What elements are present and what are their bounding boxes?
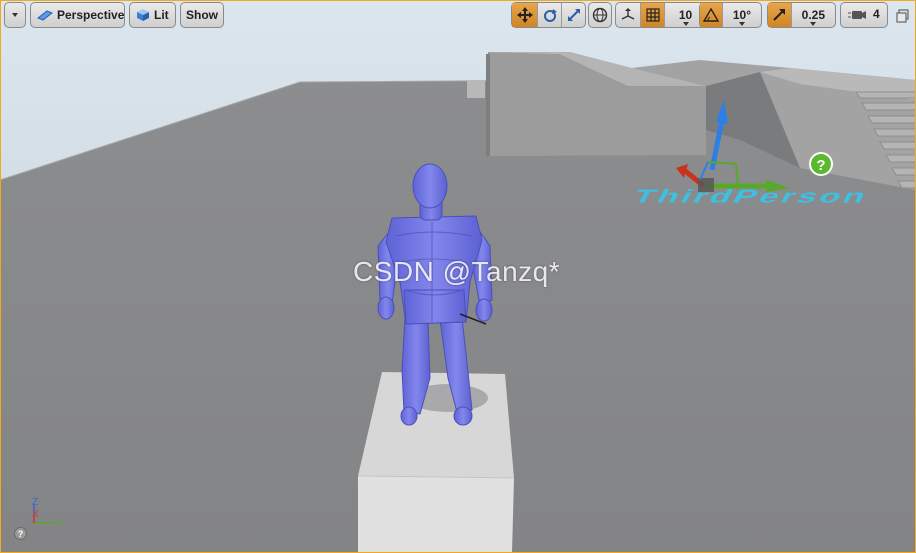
axis-x-label: X bbox=[32, 509, 39, 520]
camera-speed-icon bbox=[848, 11, 867, 19]
camera-speed-dropdown[interactable]: 4 bbox=[840, 2, 888, 28]
grid-snap-group: 10 bbox=[615, 2, 707, 28]
world-local-icon bbox=[592, 7, 608, 23]
scale-icon bbox=[567, 9, 580, 21]
lit-cube-icon bbox=[137, 9, 149, 21]
help-glyph: ? bbox=[17, 528, 24, 539]
rotate-tool-button[interactable] bbox=[537, 3, 561, 27]
transform-tools-group bbox=[511, 2, 586, 28]
watermark-text: CSDN @Tanzq* bbox=[353, 256, 561, 287]
perspective-camera-icon bbox=[37, 10, 53, 21]
rotate-icon bbox=[543, 9, 557, 22]
svg-text:?: ? bbox=[816, 157, 825, 174]
maximize-viewport-button[interactable] bbox=[896, 9, 910, 23]
rotation-snap-value-dropdown[interactable]: 10° bbox=[721, 3, 761, 27]
axis-indicator: Z X Y bbox=[32, 497, 64, 530]
scale-snap-value: 0.25 bbox=[801, 8, 825, 22]
grid-snap-value: 10 bbox=[678, 8, 693, 22]
rotation-snap-toggle[interactable] bbox=[700, 3, 722, 27]
chevron-down-icon bbox=[682, 22, 689, 26]
scale-snap-toggle[interactable] bbox=[768, 3, 791, 27]
rotation-snap-icon bbox=[702, 8, 719, 22]
player-start-label: ThirdPerson bbox=[629, 186, 873, 207]
viewport-options-dropdown[interactable] bbox=[4, 2, 26, 28]
scale-snap-value-dropdown[interactable]: 0.25 bbox=[790, 3, 835, 27]
surface-snap-icon bbox=[621, 8, 635, 20]
help-icon[interactable]: ? bbox=[14, 527, 27, 540]
rotation-snap-group: 10° bbox=[699, 2, 762, 28]
scale-snap-icon bbox=[773, 9, 786, 21]
lit-label: Lit bbox=[154, 8, 169, 22]
distant-cube[interactable] bbox=[467, 80, 485, 98]
dropdown-arrow-icon bbox=[5, 3, 25, 27]
scale-snap-group: 0.25 bbox=[767, 2, 836, 28]
translate-tool-button[interactable] bbox=[512, 3, 537, 27]
scale-tool-button[interactable] bbox=[561, 3, 585, 27]
surface-snap-button[interactable] bbox=[616, 3, 640, 27]
lit-button[interactable]: Lit bbox=[129, 2, 176, 28]
grid-snap-icon bbox=[645, 8, 660, 22]
svg-text:ThirdPerson: ThirdPerson bbox=[629, 186, 873, 207]
translate-icon bbox=[516, 7, 533, 23]
perspective-label: Perspective bbox=[57, 8, 125, 22]
chevron-down-icon bbox=[810, 22, 817, 26]
camera-speed-value: 4 bbox=[872, 7, 880, 21]
grid-snap-toggle[interactable] bbox=[640, 3, 664, 27]
maximize-viewport-icon bbox=[896, 9, 909, 23]
level-viewport[interactable]: ThirdPerson ? Perspective Lit Show 10 10… bbox=[0, 0, 916, 553]
chevron-down-icon bbox=[738, 22, 745, 26]
perspective-button[interactable]: Perspective bbox=[30, 2, 125, 28]
axis-z-label: Z bbox=[32, 497, 38, 508]
show-label: Show bbox=[186, 8, 218, 22]
show-button[interactable]: Show bbox=[180, 2, 224, 28]
world-local-toggle[interactable] bbox=[588, 2, 612, 28]
rotation-snap-value: 10° bbox=[732, 8, 751, 22]
note-question-icon[interactable]: ? bbox=[809, 152, 833, 176]
axis-y-label: Y bbox=[57, 519, 64, 530]
